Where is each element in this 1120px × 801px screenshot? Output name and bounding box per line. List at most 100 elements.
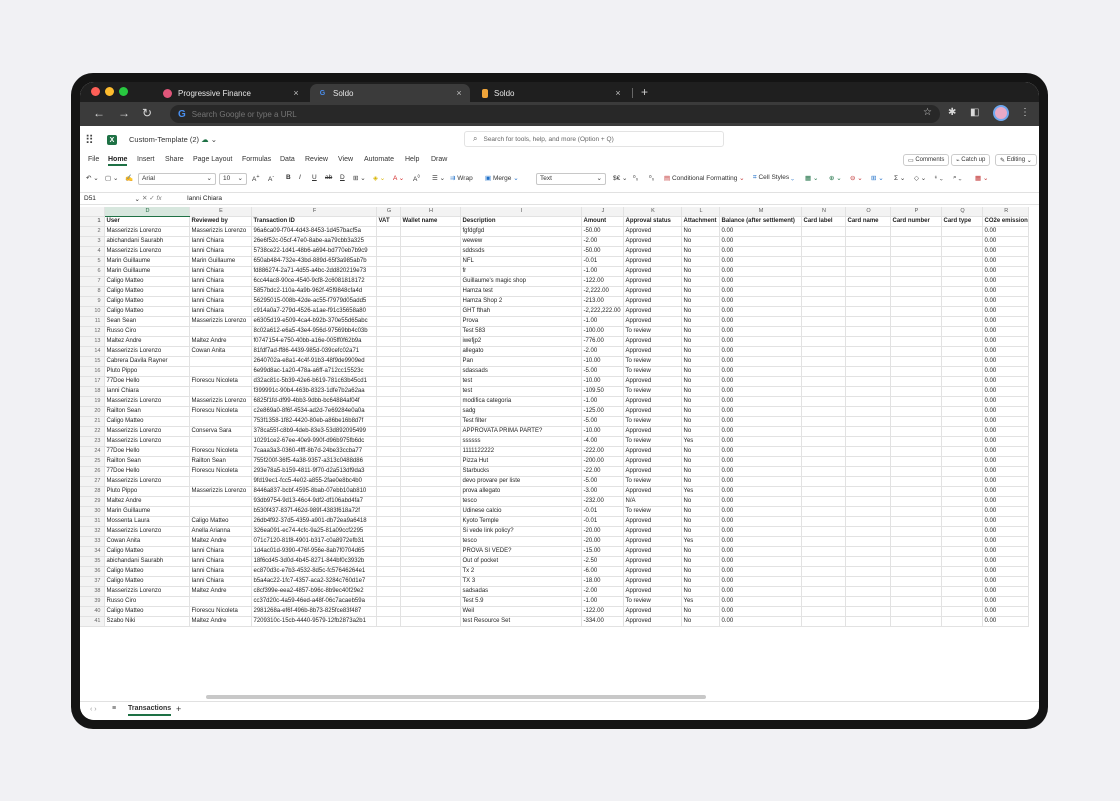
- cell[interactable]: No: [681, 276, 720, 288]
- browser-menu-icon[interactable]: ⋮: [1020, 107, 1030, 118]
- cell[interactable]: [376, 576, 401, 588]
- column-header-r[interactable]: R: [982, 207, 1029, 218]
- cell[interactable]: 0.00: [719, 306, 802, 318]
- cell[interactable]: [376, 616, 401, 628]
- cell[interactable]: 2981268a-ef6f-496b-8b73-825fce83f487: [251, 606, 377, 618]
- cell[interactable]: 0.00: [719, 526, 802, 538]
- cell[interactable]: Test 5.9: [460, 596, 582, 608]
- cell[interactable]: -50.00: [581, 246, 624, 258]
- maximize-window-button[interactable]: [119, 87, 128, 96]
- cell[interactable]: [400, 306, 461, 318]
- cell[interactable]: [376, 236, 401, 248]
- cell[interactable]: Ianni Chiara: [189, 556, 252, 568]
- cell[interactable]: 0.00: [719, 596, 802, 608]
- cell[interactable]: To review: [623, 386, 682, 398]
- cancel-confirm-fx-icon[interactable]: ✕ ✓ fx: [142, 194, 162, 202]
- clear-icon[interactable]: ◇ ⌄: [914, 174, 926, 182]
- cell[interactable]: Masserizzis Lorenzo: [189, 226, 252, 238]
- back-arrow-icon[interactable]: ←: [93, 106, 105, 120]
- cell[interactable]: [376, 346, 401, 358]
- cell[interactable]: f399991c-90b4-463b-8323-1dfe7b2a62aa: [251, 386, 377, 398]
- cell[interactable]: [400, 566, 461, 578]
- cell[interactable]: Masserizzis Lorenzo: [104, 346, 190, 358]
- cell[interactable]: Si vede link policy?: [460, 526, 582, 538]
- cell[interactable]: Approved: [623, 466, 682, 478]
- cell[interactable]: Russo Ciro: [104, 326, 190, 338]
- cell[interactable]: 0.00: [982, 386, 1029, 398]
- cell[interactable]: tesco: [460, 536, 582, 548]
- cell[interactable]: 0.00: [982, 256, 1029, 268]
- cell[interactable]: [941, 406, 983, 418]
- cell[interactable]: 0.00: [982, 446, 1029, 458]
- cell[interactable]: [801, 426, 846, 438]
- cell[interactable]: [941, 416, 983, 428]
- minimize-window-button[interactable]: [105, 87, 114, 96]
- column-title-cell[interactable]: Amount: [581, 216, 624, 228]
- formula-input[interactable]: Ianni Chiara: [187, 195, 222, 202]
- cell[interactable]: [400, 366, 461, 378]
- delete-cells-icon[interactable]: ⊖ ⌄: [850, 174, 863, 182]
- cell[interactable]: [941, 366, 983, 378]
- cell[interactable]: Approved: [623, 246, 682, 258]
- cell[interactable]: No: [681, 506, 720, 518]
- row-number[interactable]: 22: [80, 426, 105, 438]
- format-as-table-icon[interactable]: ▦ ⌄: [805, 174, 818, 182]
- cell[interactable]: -2.00: [581, 346, 624, 358]
- cell[interactable]: [845, 256, 891, 268]
- cell[interactable]: [890, 476, 942, 488]
- column-header-j[interactable]: J: [581, 207, 624, 218]
- cell[interactable]: fgfdgfgd: [460, 226, 582, 238]
- italic-icon[interactable]: I: [299, 174, 301, 181]
- cell[interactable]: -10.00: [581, 376, 624, 388]
- cell[interactable]: To review: [623, 416, 682, 428]
- reload-icon[interactable]: ↻: [142, 106, 152, 120]
- cell[interactable]: Approved: [623, 486, 682, 498]
- cell[interactable]: [801, 606, 846, 618]
- ribbon-tab-page-layout[interactable]: Page Layout: [193, 156, 232, 163]
- cell[interactable]: Maltez Andre: [189, 336, 252, 348]
- cell[interactable]: [189, 386, 252, 398]
- row-number[interactable]: 2: [80, 226, 105, 238]
- cell[interactable]: 2640702a-e8a1-4c4f-91b3-48f9de9909ed: [251, 356, 377, 368]
- cell[interactable]: [400, 536, 461, 548]
- cell[interactable]: Approved: [623, 446, 682, 458]
- cell[interactable]: 0.00: [982, 486, 1029, 498]
- cell[interactable]: [376, 276, 401, 288]
- cell[interactable]: 753f1358-1f82-4420-80eb-a86be16b8d7f: [251, 416, 377, 428]
- cell[interactable]: 0.00: [982, 296, 1029, 308]
- cell[interactable]: [845, 466, 891, 478]
- cell[interactable]: 1d4ac01d-9390-476f-956e-8ab7f0704d65: [251, 546, 377, 558]
- cell[interactable]: [801, 396, 846, 408]
- cell[interactable]: [376, 456, 401, 468]
- cell[interactable]: [890, 306, 942, 318]
- cell[interactable]: Ianni Chiara: [189, 276, 252, 288]
- cell[interactable]: [941, 606, 983, 618]
- cell[interactable]: 0.00: [719, 486, 802, 498]
- cell[interactable]: -2.00: [581, 236, 624, 248]
- tab-close-icon[interactable]: ×: [611, 88, 625, 98]
- cell[interactable]: 0.00: [719, 256, 802, 268]
- cell[interactable]: 0.00: [719, 316, 802, 328]
- side-panel-icon[interactable]: ◧: [970, 107, 979, 118]
- cell[interactable]: No: [681, 466, 720, 478]
- document-name[interactable]: Custom-Template (2) ☁ ⌄: [129, 135, 217, 144]
- cell[interactable]: 0.00: [982, 526, 1029, 538]
- column-header-e[interactable]: E: [189, 207, 252, 218]
- add-ins-icon[interactable]: ▦ ⌄: [975, 174, 988, 182]
- cell[interactable]: [845, 316, 891, 328]
- cell[interactable]: [801, 446, 846, 458]
- cell[interactable]: [845, 276, 891, 288]
- cell[interactable]: [376, 546, 401, 558]
- ribbon-tab-review[interactable]: Review: [305, 156, 328, 163]
- cell[interactable]: 0.00: [719, 346, 802, 358]
- cell[interactable]: -2.50: [581, 556, 624, 568]
- ribbon-tab-file[interactable]: File: [88, 156, 99, 163]
- cell[interactable]: 0.00: [982, 306, 1029, 318]
- cell[interactable]: [890, 376, 942, 388]
- cell[interactable]: 0.00: [719, 496, 802, 508]
- cell[interactable]: [890, 446, 942, 458]
- cell[interactable]: fd886274-2a71-4d55-a4bc-2dd820219e73: [251, 266, 377, 278]
- cell[interactable]: [400, 246, 461, 258]
- cell[interactable]: [801, 576, 846, 588]
- column-header-i[interactable]: I: [460, 207, 582, 218]
